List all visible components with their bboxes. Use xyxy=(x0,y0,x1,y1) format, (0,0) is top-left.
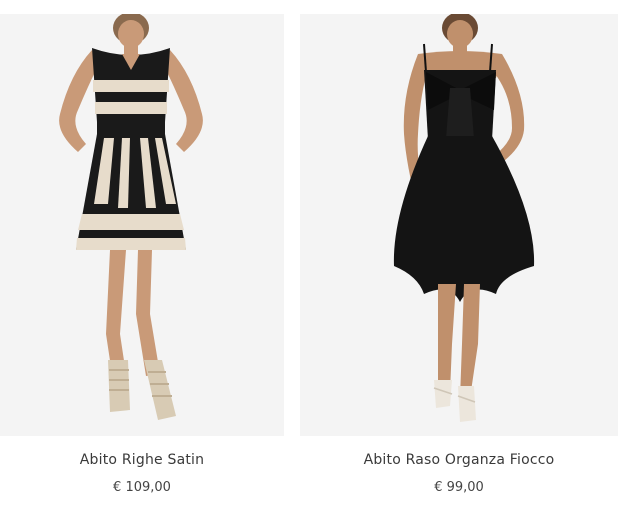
product-name-1[interactable]: Abito Righe Satin xyxy=(0,452,284,468)
black-bow-dress-icon xyxy=(300,14,618,436)
striped-dress-icon xyxy=(0,14,284,436)
product-price-2: € 99,00 xyxy=(434,480,484,495)
product-card-1[interactable]: Abito Righe Satin € 109,00 xyxy=(0,14,284,508)
product-name-2[interactable]: Abito Raso Organza Fiocco xyxy=(300,452,618,468)
product-grid: Abito Righe Satin € 109,00 Abito Raso Or… xyxy=(0,0,634,508)
product-image-2[interactable] xyxy=(300,14,618,436)
product-price-1: € 109,00 xyxy=(113,480,171,495)
product-card-2[interactable]: Abito Raso Organza Fiocco € 99,00 xyxy=(300,14,618,508)
product-image-1[interactable] xyxy=(0,14,284,436)
